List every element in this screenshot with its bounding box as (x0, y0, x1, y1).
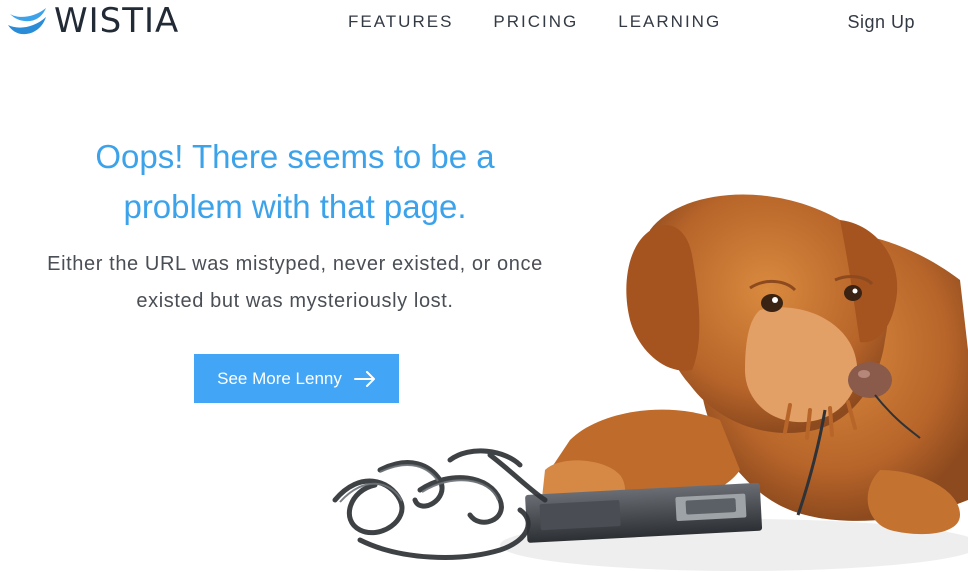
sign-up-link[interactable]: Sign Up (847, 12, 915, 33)
nav-learning[interactable]: LEARNING (618, 12, 721, 32)
main-nav: FEATURES PRICING LEARNING (348, 12, 721, 32)
logo-wordmark: WISTIA (54, 1, 180, 41)
wistia-logo[interactable]: WISTIA (8, 2, 179, 40)
nav-pricing[interactable]: PRICING (493, 12, 578, 32)
dog-with-videotape-image (332, 194, 968, 571)
error-page: WISTIA FEATURES PRICING LEARNING Sign Up… (0, 0, 968, 573)
nav-features[interactable]: FEATURES (348, 12, 453, 32)
wistia-wave-icon (8, 8, 46, 35)
